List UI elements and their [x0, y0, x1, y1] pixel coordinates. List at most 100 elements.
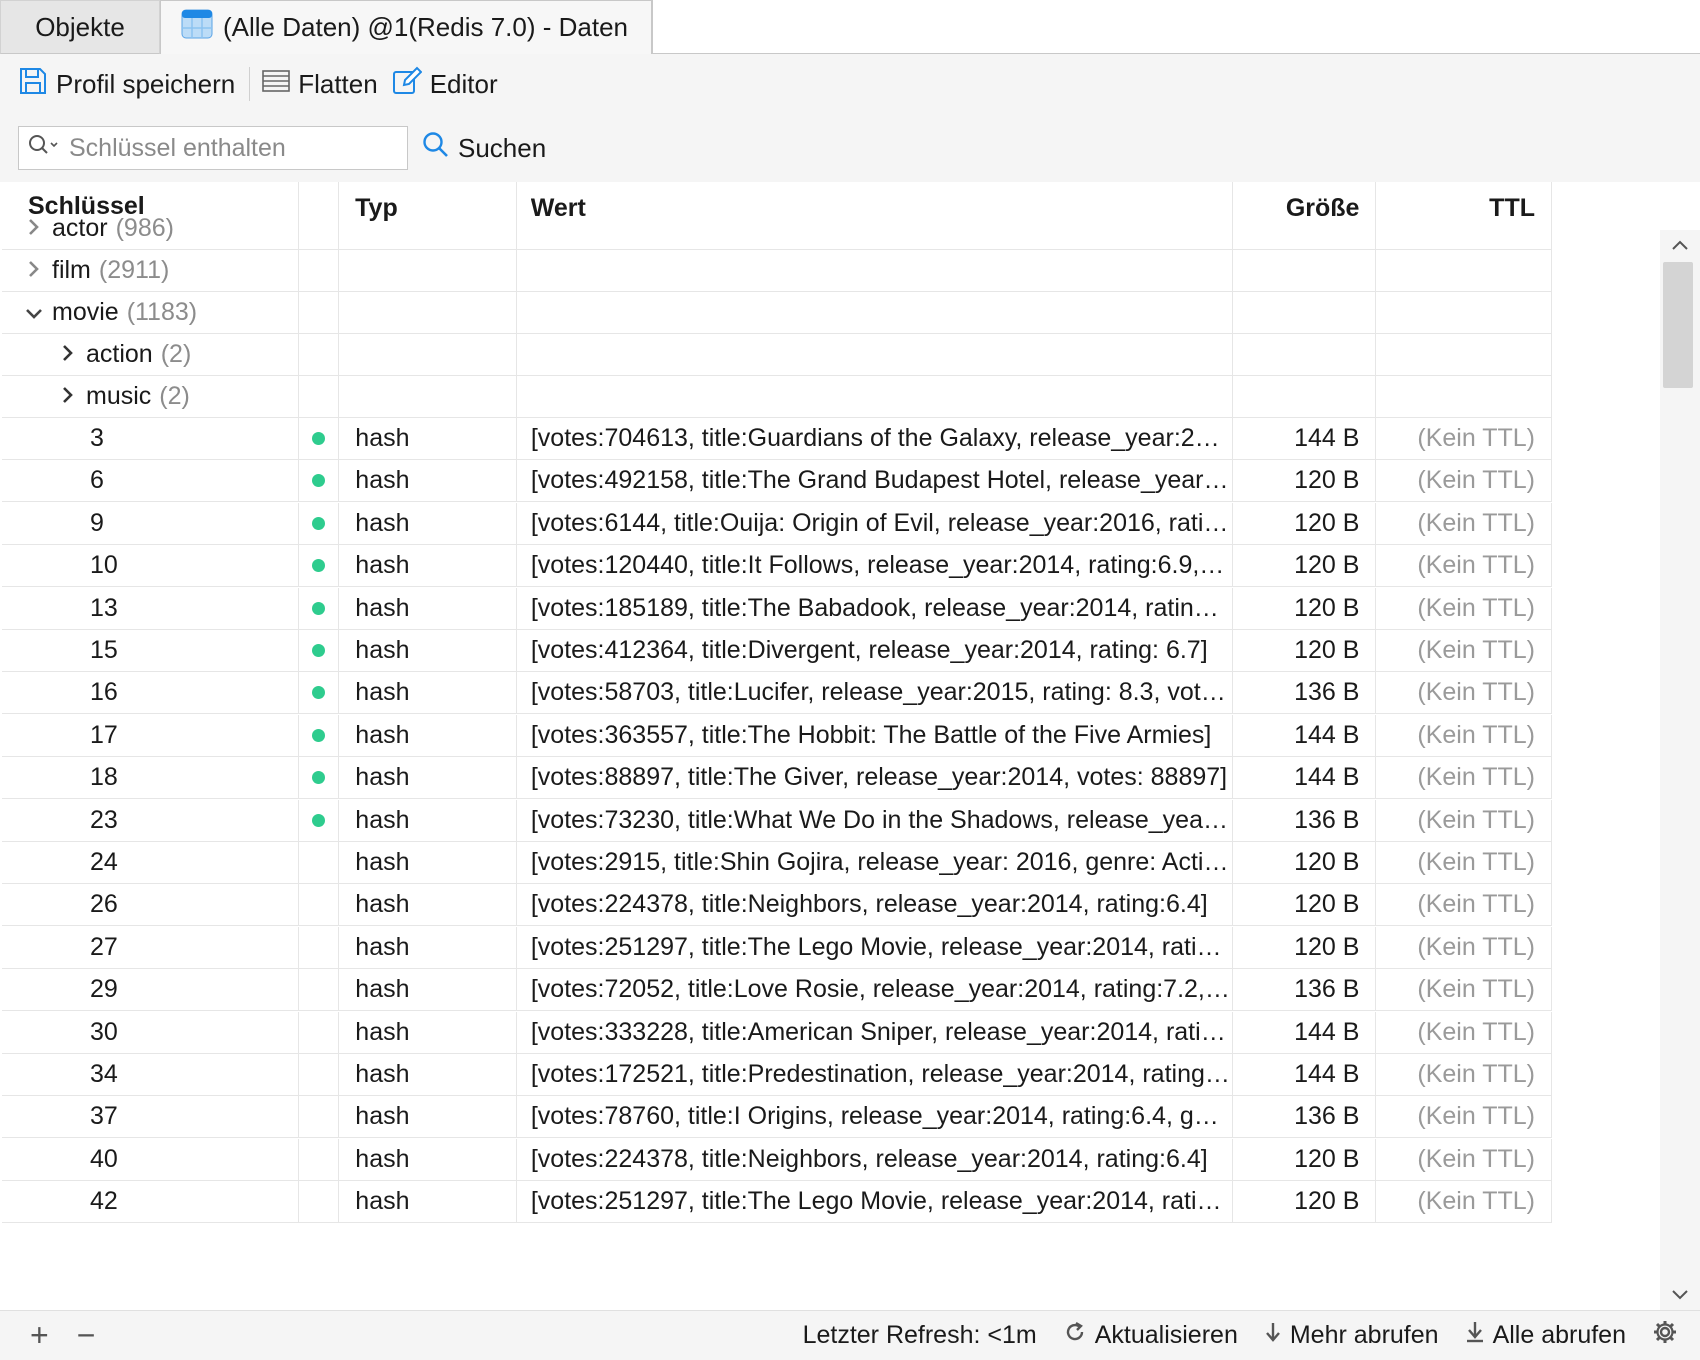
active-status-dot-icon [312, 644, 326, 657]
value-cell[interactable]: [votes:58703, title:Lucifer, release_yea… [517, 672, 1233, 714]
type-label: hash [355, 678, 410, 707]
value-cell[interactable]: [votes:185189, title:The Babadook, relea… [517, 587, 1233, 629]
key-cell[interactable]: 26 [2, 884, 300, 926]
tree-row-film[interactable]: film (2911) [2, 250, 1552, 292]
table-row[interactable]: 9 hash [votes:6144, title:Ouija: Origin of… [2, 502, 1552, 545]
table-row[interactable]: 23 hash [votes:73230, title:What We Do in … [2, 799, 1552, 842]
tree-row-actor[interactable]: actor (986) [2, 200, 1552, 250]
value-cell[interactable]: [votes:224378, title:Neighbors, release_… [517, 1138, 1233, 1180]
tree-node[interactable]: movie (1183) [24, 298, 197, 327]
scrollbar-thumb[interactable] [1663, 262, 1693, 388]
scroll-up-icon[interactable] [1660, 230, 1700, 260]
table-row[interactable]: 13 hash [votes:185189, title:The Babadook,… [2, 587, 1552, 630]
add-key-button[interactable]: + [30, 1317, 49, 1354]
key-cell[interactable]: 42 [2, 1181, 300, 1223]
table-row[interactable]: 30 hash [votes:333228, title:American Snip… [2, 1011, 1552, 1054]
key-cell[interactable]: 17 [2, 714, 300, 756]
table-row[interactable]: 42 hash [votes:251297, title:The Lego Movi… [2, 1181, 1552, 1224]
key-cell[interactable]: 37 [2, 1096, 300, 1138]
tree-node[interactable]: actor (986) [24, 214, 174, 243]
search-button[interactable]: Suchen [422, 131, 546, 166]
key-cell[interactable]: 9 [2, 502, 300, 544]
value-cell[interactable]: [votes:251297, title:The Lego Movie, rel… [517, 926, 1233, 968]
key-cell[interactable]: 13 [2, 587, 300, 629]
tree-node[interactable]: music (2) [58, 382, 190, 411]
tree-key-cell[interactable]: movie (1183) [2, 292, 300, 333]
value-cell[interactable]: [votes:704613, title:Guardians of the Ga… [517, 418, 1233, 459]
save-profile-button[interactable]: Profil speichern [18, 64, 249, 104]
table-row[interactable]: 15 hash [votes:412364, title:Divergent, re… [2, 630, 1552, 672]
tree-row-music[interactable]: music (2) [2, 376, 1552, 418]
key-cell[interactable]: 30 [2, 1011, 300, 1053]
table-row[interactable]: 6 hash [votes:492158, title:The Grand Buda… [2, 460, 1552, 503]
chevron-right-icon[interactable] [24, 216, 44, 242]
table-row[interactable]: 27 hash [votes:251297, title:The Lego Movi… [2, 926, 1552, 969]
search-input[interactable] [69, 133, 389, 163]
tab-data[interactable]: (Alle Daten) @1(Redis 7.0) - Daten [160, 0, 652, 54]
value-cell[interactable]: [votes:2915, title:Shin Gojira, release_… [517, 842, 1233, 883]
key-cell[interactable]: 23 [2, 799, 300, 841]
value-cell[interactable]: [votes:78760, title:I Origins, release_y… [517, 1096, 1233, 1138]
value-cell[interactable]: [votes:88897, title:The Giver, release_y… [517, 757, 1233, 799]
chevron-right-icon[interactable] [58, 342, 78, 368]
refresh-button[interactable]: Aktualisieren [1063, 1320, 1238, 1351]
value-cell[interactable]: [votes:412364, title:Divergent, release_… [517, 630, 1233, 671]
table-row[interactable]: 3 hash [votes:704613, title:Guardians of t… [2, 418, 1552, 460]
tree-row-movie[interactable]: movie (1183) [2, 292, 1552, 334]
fetch-more-button[interactable]: Mehr abrufen [1264, 1320, 1439, 1351]
table-row[interactable]: 17 hash [votes:363557, title:The Hobbit: T… [2, 714, 1552, 757]
key-cell[interactable]: 29 [2, 969, 300, 1011]
value-cell[interactable]: [votes:224378, title:Neighbors, release_… [517, 884, 1233, 926]
tree-node[interactable]: action (2) [58, 340, 191, 369]
value-cell[interactable]: [votes:6144, title:Ouija: Origin of Evil… [517, 502, 1233, 544]
fetch-all-button[interactable]: Alle abrufen [1465, 1320, 1626, 1351]
value-cell[interactable]: [votes:172521, title:Predestination, rel… [517, 1054, 1233, 1095]
value-cell[interactable]: [votes:363557, title:The Hobbit: The Bat… [517, 714, 1233, 756]
chevron-down-icon[interactable] [24, 300, 44, 326]
tab-objects[interactable]: Objekte [0, 0, 160, 54]
tree-key-cell[interactable]: action (2) [2, 334, 300, 375]
table-row[interactable]: 29 hash [votes:72052, title:Love Rosie, re… [2, 969, 1552, 1012]
key-cell[interactable]: 40 [2, 1138, 300, 1180]
value-cell[interactable]: [votes:333228, title:American Sniper, re… [517, 1011, 1233, 1053]
table-row[interactable]: 37 hash [votes:78760, title:I Origins, rel… [2, 1096, 1552, 1139]
chevron-right-icon[interactable] [58, 384, 78, 410]
table-row[interactable]: 18 hash [votes:88897, title:The Giver, rel… [2, 757, 1552, 800]
editor-button[interactable]: Editor [392, 64, 512, 104]
value-cell[interactable]: [votes:120440, title:It Follows, release… [517, 545, 1233, 587]
search-field[interactable] [18, 126, 408, 170]
tree-key-cell[interactable]: music (2) [2, 376, 300, 417]
table-row[interactable]: 16 hash [votes:58703, title:Lucifer, relea… [2, 672, 1552, 715]
value-cell[interactable]: [votes:251297, title:The Lego Movie, rel… [517, 1181, 1233, 1223]
table-row[interactable]: 26 hash [votes:224378, title:Neighbors, re… [2, 884, 1552, 927]
settings-gear-icon[interactable] [1652, 1319, 1678, 1352]
tree-node[interactable]: film (2911) [24, 256, 169, 285]
table-row[interactable]: 24 hash [votes:2915, title:Shin Gojira, re… [2, 842, 1552, 884]
key-cell[interactable]: 34 [2, 1054, 300, 1095]
key-cell[interactable]: 16 [2, 672, 300, 714]
value-cell[interactable]: [votes:72052, title:Love Rosie, release_… [517, 969, 1233, 1011]
chevron-right-icon[interactable] [24, 258, 44, 284]
value-cell[interactable]: [votes:492158, title:The Grand Budapest … [517, 460, 1233, 502]
type-cell: hash [339, 757, 517, 799]
key-cell[interactable]: 15 [2, 630, 300, 671]
key-cell[interactable]: 10 [2, 545, 300, 587]
tree-row-action[interactable]: action (2) [2, 334, 1552, 376]
tree-key-cell[interactable]: actor (986) [2, 200, 300, 249]
key-cell[interactable]: 24 [2, 842, 300, 883]
scroll-down-icon[interactable] [1660, 1280, 1700, 1310]
key-cell[interactable]: 18 [2, 757, 300, 799]
key-label: 42 [90, 1187, 118, 1216]
vertical-scrollbar[interactable] [1660, 230, 1700, 1310]
value-cell[interactable]: [votes:73230, title:What We Do in the Sh… [517, 799, 1233, 841]
remove-key-button[interactable]: − [77, 1317, 96, 1354]
key-cell[interactable]: 6 [2, 460, 300, 502]
key-cell[interactable]: 3 [2, 418, 300, 459]
table-row[interactable]: 40 hash [votes:224378, title:Neighbors, re… [2, 1138, 1552, 1181]
tree-key-cell[interactable]: film (2911) [2, 250, 300, 291]
flatten-button[interactable]: Flatten [262, 64, 392, 104]
key-cell[interactable]: 27 [2, 926, 300, 968]
empty-cell [1233, 200, 1377, 249]
table-row[interactable]: 34 hash [votes:172521, title:Predestinatio… [2, 1054, 1552, 1096]
table-row[interactable]: 10 hash [votes:120440, title:It Follows, r… [2, 545, 1552, 588]
